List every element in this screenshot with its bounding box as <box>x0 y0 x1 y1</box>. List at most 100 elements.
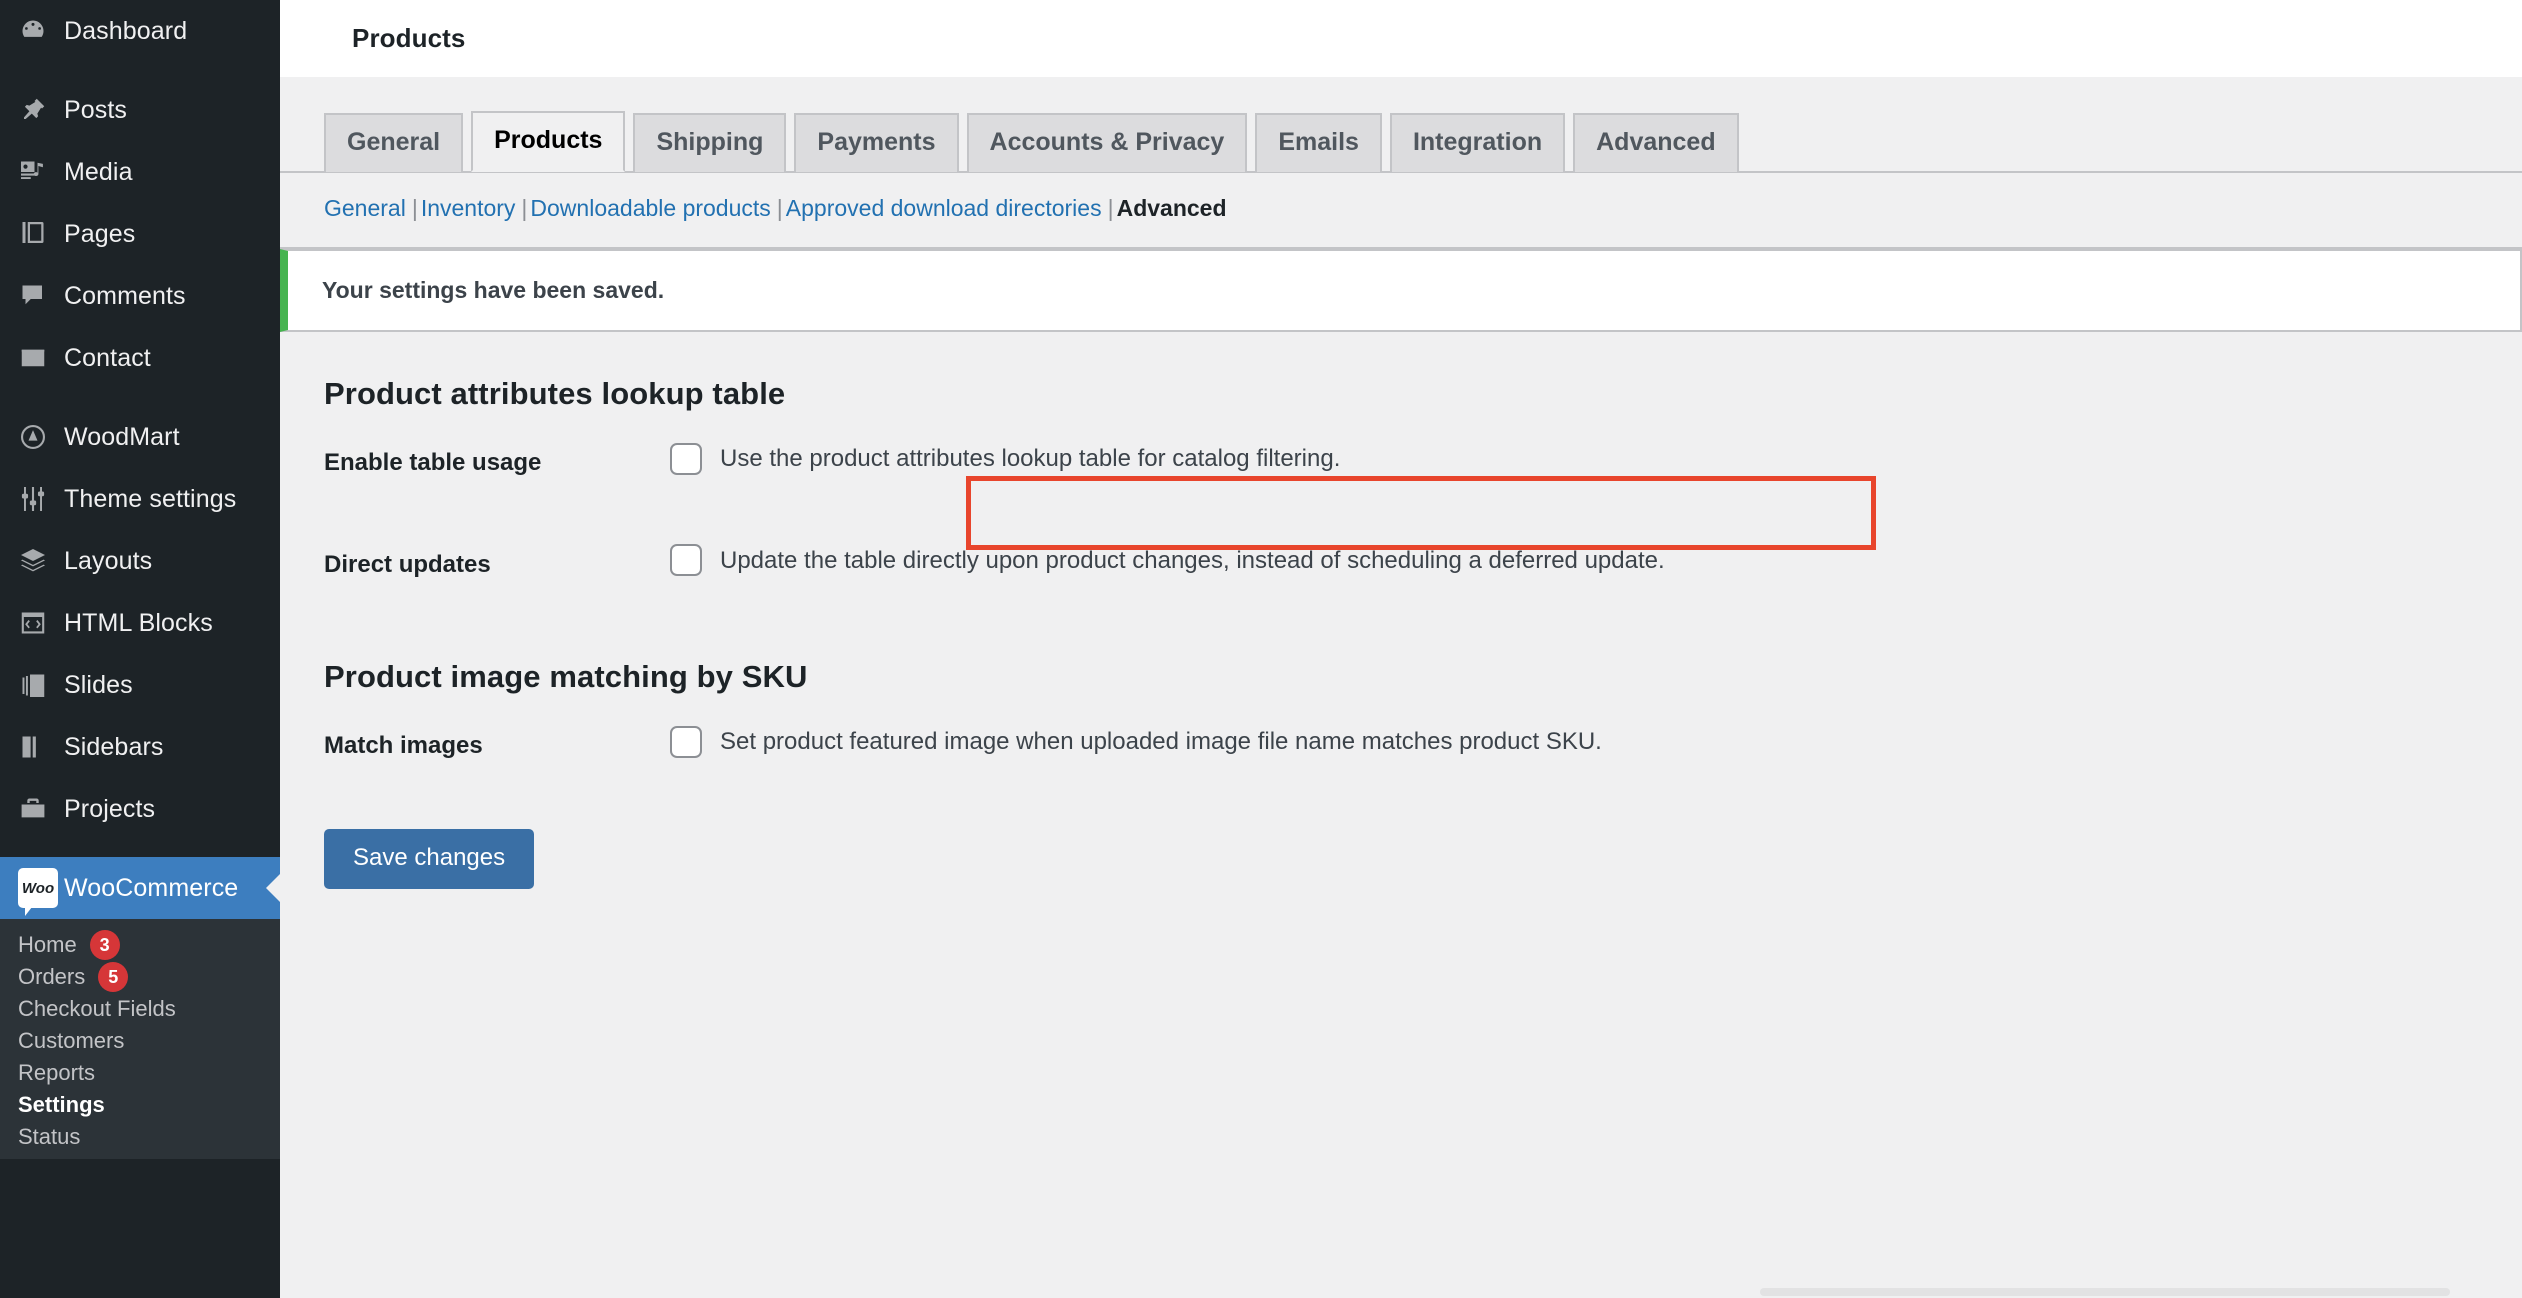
sidebar-item-label: WoodMart <box>64 423 180 452</box>
checkbox-input[interactable] <box>670 544 702 576</box>
setting-checkbox-row[interactable]: Update the table directly upon product c… <box>670 544 2522 578</box>
media-icon <box>18 157 64 187</box>
sidebars-icon <box>18 732 64 762</box>
submenu-item-checkout-fields[interactable]: Checkout Fields <box>0 993 280 1025</box>
sidebar-item-pages[interactable]: Pages <box>0 203 280 265</box>
submenu-item-label: Checkout Fields <box>18 996 176 1022</box>
subnav-item-advanced: Advanced <box>1117 195 1227 221</box>
admin-sidebar: Dashboard Posts Media Pages Comments Contact W… <box>0 0 280 1298</box>
tab-general[interactable]: General <box>324 113 463 172</box>
sidebar-item-layouts[interactable]: Layouts <box>0 530 280 592</box>
submenu-item-label: Home <box>18 932 77 958</box>
subnav-separator: | <box>777 195 783 221</box>
tab-advanced[interactable]: Advanced <box>1573 113 1738 172</box>
woo-logo-badge: Woo <box>18 868 58 908</box>
subnav-separator: | <box>1108 195 1114 221</box>
setting-control-cell: Set product featured image when uploaded… <box>670 695 2522 797</box>
sidebar-item-posts[interactable]: Posts <box>0 79 280 141</box>
page-header: Products <box>280 0 2522 77</box>
sidebar-item-label: Comments <box>64 282 186 311</box>
settings-sections: Product attributes lookup tableEnable ta… <box>280 332 2522 797</box>
save-area: Save changes <box>280 797 2522 889</box>
sidebar-item-label: Dashboard <box>64 17 187 46</box>
tab-emails[interactable]: Emails <box>1255 113 1382 172</box>
main-content: Products GeneralProductsShippingPayments… <box>280 0 2522 1298</box>
woocommerce-submenu: Home 3Orders5 Checkout Fields Customers Repo… <box>0 919 280 1159</box>
submenu-item-label: Reports <box>18 1060 95 1086</box>
tab-payments[interactable]: Payments <box>794 113 958 172</box>
tab-accounts-privacy[interactable]: Accounts & Privacy <box>967 113 1248 172</box>
horizontal-scrollbar[interactable] <box>560 1286 2522 1298</box>
section-title: Product attributes lookup table <box>280 332 2522 412</box>
sidebar-item-label: Layouts <box>64 547 152 576</box>
save-changes-button[interactable]: Save changes <box>324 829 534 889</box>
checkbox-input[interactable] <box>670 443 702 475</box>
sidebar-item-theme-settings[interactable]: Theme settings <box>0 468 280 530</box>
woocommerce-icon: Woo <box>18 868 64 908</box>
pin-icon <box>18 95 64 125</box>
sidebar-divider <box>0 840 280 857</box>
section-title: Product image matching by SKU <box>280 615 2522 695</box>
comments-icon <box>18 281 64 311</box>
woodmart-icon <box>18 422 64 452</box>
setting-label: Match images <box>280 695 670 797</box>
setting-control-cell: Use the product attributes lookup table … <box>670 412 2522 514</box>
submenu-item-home[interactable]: Home 3 <box>0 929 280 961</box>
submenu-count-badge: 3 <box>90 930 120 960</box>
subnav-item-approved-download-directories[interactable]: Approved download directories <box>786 195 1102 221</box>
sidebar-item-comments[interactable]: Comments <box>0 265 280 327</box>
checkbox-label: Set product featured image when uploaded… <box>720 725 1602 759</box>
sidebar-item-label: HTML Blocks <box>64 609 213 638</box>
sidebar-item-label: Media <box>64 158 133 187</box>
setting-checkbox-row[interactable]: Set product featured image when uploaded… <box>670 725 2522 759</box>
tab-integration[interactable]: Integration <box>1390 113 1565 172</box>
sidebar-item-contact[interactable]: Contact <box>0 327 280 389</box>
submenu-item-label: Status <box>18 1124 80 1150</box>
envelope-icon <box>18 343 64 373</box>
submenu-item-settings[interactable]: Settings <box>0 1089 280 1121</box>
checkbox-input[interactable] <box>670 726 702 758</box>
sidebar-item-projects[interactable]: Projects <box>0 778 280 840</box>
pages-icon <box>18 219 64 249</box>
subnav-separator: | <box>521 195 527 221</box>
sidebar-item-dashboard[interactable]: Dashboard <box>0 0 280 62</box>
sidebar-divider <box>0 389 280 406</box>
dashboard-icon <box>18 16 64 46</box>
checkbox-label: Use the product attributes lookup table … <box>720 442 1340 476</box>
subnav-item-downloadable-products[interactable]: Downloadable products <box>530 195 770 221</box>
sidebar-item-label: Projects <box>64 795 155 824</box>
subnav-item-general[interactable]: General <box>324 195 406 221</box>
settings-form-table: Match images Set product featured image w… <box>280 695 2522 797</box>
setting-label: Direct updates <box>280 514 670 616</box>
settings-row: Direct updates Update the table directly … <box>280 514 2522 616</box>
sidebar-item-slides[interactable]: Slides <box>0 654 280 716</box>
notice-text: Your settings have been saved. <box>322 277 664 304</box>
sidebar-item-media[interactable]: Media <box>0 141 280 203</box>
submenu-item-status[interactable]: Status <box>0 1121 280 1153</box>
briefcase-icon <box>18 794 64 824</box>
sidebar-item-label: Contact <box>64 344 151 373</box>
success-notice: Your settings have been saved. <box>280 249 2522 332</box>
subnav-item-inventory[interactable]: Inventory <box>421 195 516 221</box>
setting-checkbox-row[interactable]: Use the product attributes lookup table … <box>670 442 2522 476</box>
submenu-item-orders[interactable]: Orders5 <box>0 961 280 993</box>
submenu-item-customers[interactable]: Customers <box>0 1025 280 1057</box>
sliders-icon <box>18 484 64 514</box>
scrollbar-thumb[interactable] <box>1760 1288 2450 1296</box>
sidebar-item-label: Sidebars <box>64 733 163 762</box>
checkbox-label: Update the table directly upon product c… <box>720 544 1665 578</box>
settings-tab-bar: GeneralProductsShippingPaymentsAccounts … <box>280 77 2522 173</box>
sidebar-item-woodmart[interactable]: WoodMart <box>0 406 280 468</box>
submenu-count-badge: 5 <box>98 962 128 992</box>
sidebar-item-woocommerce[interactable]: Woo WooCommerce <box>0 857 280 919</box>
settings-subnav: General|Inventory|Downloadable products|… <box>280 173 2522 249</box>
sidebar-item-sidebars[interactable]: Sidebars <box>0 716 280 778</box>
settings-content: GeneralProductsShippingPaymentsAccounts … <box>280 77 2522 889</box>
sidebar-item-label: WooCommerce <box>64 874 238 903</box>
sidebar-menu: Dashboard Posts Media Pages Comments Contact W… <box>0 0 280 857</box>
submenu-item-reports[interactable]: Reports <box>0 1057 280 1089</box>
setting-control-cell: Update the table directly upon product c… <box>670 514 2522 616</box>
tab-shipping[interactable]: Shipping <box>633 113 786 172</box>
sidebar-item-html-blocks[interactable]: HTML Blocks <box>0 592 280 654</box>
tab-products[interactable]: Products <box>471 111 625 172</box>
